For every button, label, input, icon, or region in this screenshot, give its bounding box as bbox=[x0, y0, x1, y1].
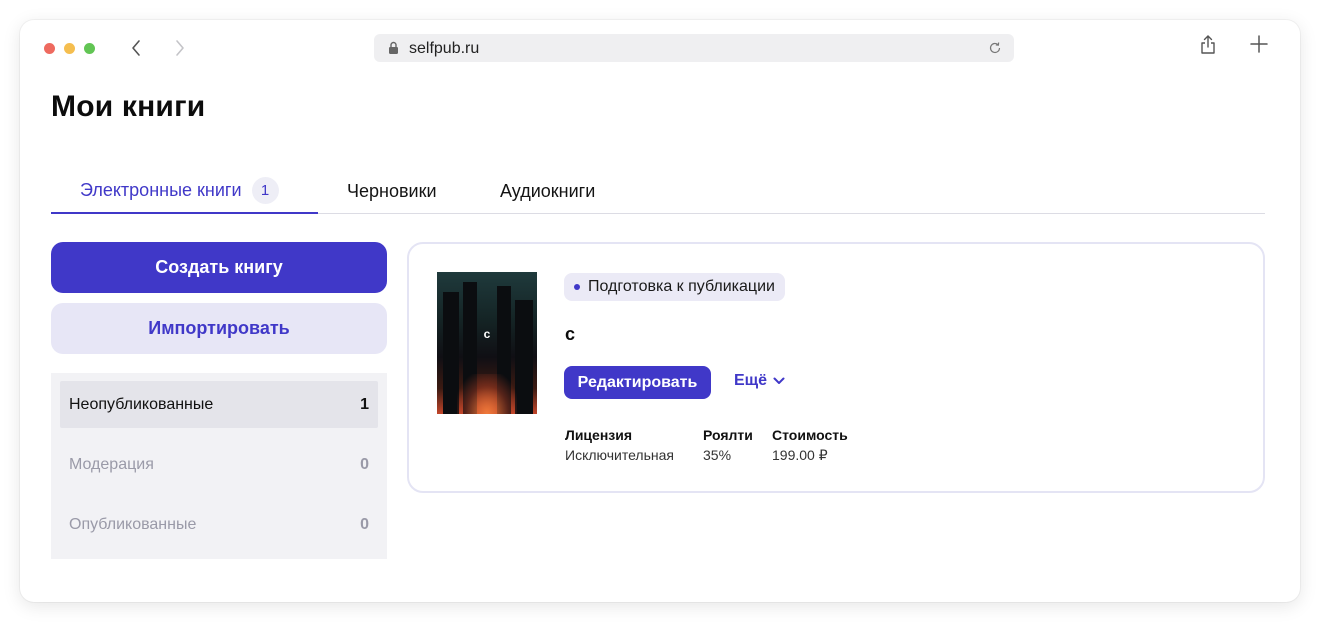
cover-glow bbox=[457, 374, 517, 414]
filter-count: 0 bbox=[360, 455, 369, 473]
filter-count: 0 bbox=[360, 515, 369, 533]
price-value: 199.00 ₽ bbox=[772, 447, 828, 463]
royalty-value: 35% bbox=[703, 447, 732, 463]
price-info: Стоимость 199.00 ₽ bbox=[772, 427, 848, 464]
status-text: Подготовка к публикации bbox=[588, 278, 775, 295]
filter-label: Опубликованные bbox=[69, 515, 197, 533]
chevron-right-icon bbox=[176, 40, 184, 56]
minimize-window-button[interactable] bbox=[64, 43, 75, 54]
page-title: Мои книги bbox=[51, 90, 206, 123]
status-badge: Подготовка к публикации bbox=[564, 273, 785, 301]
status-filter-list: Неопубликованные 1 Модерация 0 Опубликов… bbox=[51, 373, 387, 559]
filter-moderation[interactable]: Модерация 0 bbox=[60, 441, 378, 488]
edit-button[interactable]: Редактировать bbox=[564, 366, 711, 399]
filter-label: Неопубликованные bbox=[69, 395, 214, 413]
tab-label: Аудиокниги bbox=[500, 180, 596, 201]
filter-label: Модерация bbox=[69, 455, 154, 473]
book-cover[interactable]: с bbox=[437, 272, 537, 414]
book-tabs: Электронные книги 1 Черновики Аудиокниги bbox=[51, 168, 1265, 214]
import-button[interactable]: Импортировать bbox=[51, 303, 387, 354]
plus-icon bbox=[1250, 35, 1268, 53]
close-window-button[interactable] bbox=[44, 43, 55, 54]
chevron-left-icon bbox=[132, 40, 140, 56]
chevron-down-icon bbox=[773, 377, 785, 384]
book-title[interactable]: с bbox=[565, 324, 575, 345]
tab-label: Электронные книги bbox=[80, 179, 242, 200]
tab-label: Черновики bbox=[347, 180, 437, 201]
cover-building bbox=[515, 300, 533, 414]
price-label: Стоимость bbox=[772, 427, 848, 443]
cover-title: с bbox=[483, 327, 491, 341]
book-card: с Подготовка к публикации с Редактироват… bbox=[407, 242, 1265, 493]
browser-toolbar: selfpub.ru bbox=[20, 20, 1300, 76]
new-tab-button[interactable] bbox=[1250, 35, 1268, 58]
more-label: Ещё bbox=[734, 372, 768, 389]
royalty-info: Роялти 35% bbox=[703, 427, 753, 463]
license-value: Исключительная bbox=[565, 447, 674, 463]
filter-count: 1 bbox=[360, 395, 369, 413]
more-dropdown[interactable]: Ещё bbox=[734, 372, 785, 390]
address-url: selfpub.ru bbox=[409, 40, 480, 57]
tab-count-badge: 1 bbox=[251, 176, 279, 204]
tab-ebooks[interactable]: Электронные книги 1 bbox=[51, 168, 318, 214]
maximize-window-button[interactable] bbox=[84, 43, 95, 54]
browser-window: selfpub.ru Мои книги Электронные книги 1… bbox=[20, 20, 1300, 602]
royalty-label: Роялти bbox=[703, 427, 753, 443]
share-icon bbox=[1201, 35, 1215, 54]
status-dot-icon bbox=[574, 284, 580, 290]
back-button[interactable] bbox=[124, 34, 148, 62]
reload-icon[interactable] bbox=[988, 41, 1002, 55]
forward-button[interactable] bbox=[168, 34, 192, 62]
license-info: Лицензия Исключительная bbox=[565, 427, 674, 463]
share-button[interactable] bbox=[1200, 35, 1216, 60]
tab-audiobooks[interactable]: Аудиокниги bbox=[500, 168, 595, 214]
license-label: Лицензия bbox=[565, 427, 633, 443]
filter-unpublished[interactable]: Неопубликованные 1 bbox=[60, 381, 378, 428]
tab-drafts[interactable]: Черновики bbox=[347, 168, 437, 214]
address-bar[interactable]: selfpub.ru bbox=[374, 34, 1014, 62]
lock-icon bbox=[389, 41, 398, 54]
filter-published[interactable]: Опубликованные 0 bbox=[60, 501, 378, 548]
create-book-button[interactable]: Создать книгу bbox=[51, 242, 387, 293]
